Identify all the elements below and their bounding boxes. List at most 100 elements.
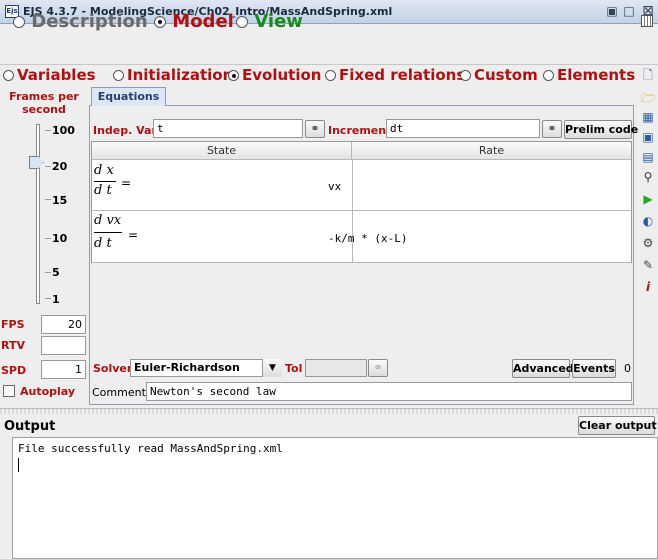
prelim-code-button[interactable]: Prelim code — [564, 120, 638, 139]
scale-label: 10 — [52, 232, 68, 245]
tab-evolution-label: Evolution — [242, 66, 322, 84]
rate-expression[interactable]: -k/m * (x-L) — [328, 232, 407, 245]
slider-tick — [45, 130, 51, 131]
equals-sign: = — [128, 228, 139, 242]
run-icon[interactable]: ▶ — [641, 192, 655, 206]
fraction-bar — [94, 181, 116, 182]
column-header-state: State — [92, 142, 352, 160]
tol-label: Tol — [285, 362, 303, 375]
tab-initialization[interactable]: Initialization — [113, 66, 233, 84]
tol-field[interactable] — [305, 359, 367, 377]
chain-link-icon[interactable]: ⚭ — [305, 120, 325, 138]
slider-tick — [45, 238, 51, 239]
chevron-down-icon[interactable]: ▼ — [262, 359, 282, 377]
events-button[interactable]: Events — [572, 359, 616, 378]
spd-field[interactable]: 1 — [41, 360, 86, 379]
column-header-rate: Rate — [352, 142, 631, 160]
chain-link-icon[interactable]: ⚭ — [368, 359, 388, 377]
radio-button-icon — [3, 70, 14, 81]
search-icon[interactable]: ⚲ — [641, 170, 655, 184]
column-divider — [352, 160, 353, 262]
equals-sign: = — [121, 176, 132, 190]
save-icon[interactable]: ▣ — [641, 130, 655, 144]
radio-button-icon — [13, 16, 25, 28]
solver-dropdown[interactable]: Euler-Richardson — [130, 359, 282, 377]
web-icon[interactable]: ◐ — [641, 214, 655, 228]
row-divider — [92, 210, 631, 211]
info-icon[interactable]: i — [641, 280, 655, 294]
autoplay-label: Autoplay — [20, 385, 76, 398]
indep-var-field[interactable]: t — [153, 119, 303, 138]
state-derivative-denominator[interactable]: d t — [94, 236, 112, 251]
options-icon[interactable]: ✎ — [641, 258, 655, 272]
split-pane-divider[interactable] — [0, 408, 658, 414]
tab-fixed-relations-label: Fixed relations — [339, 66, 466, 84]
fps-slider-thumb[interactable] — [29, 156, 44, 169]
slider-tick — [45, 199, 51, 200]
state-derivative-numerator[interactable]: d x — [94, 163, 114, 178]
rate-expression[interactable]: vx — [328, 180, 341, 193]
fps-field[interactable]: 20 — [41, 315, 86, 334]
save-as-icon[interactable]: ▤ — [641, 150, 655, 164]
tab-model-label: Model — [172, 11, 234, 32]
tab-model[interactable]: Model — [154, 11, 234, 32]
rtv-label: RTV — [1, 339, 25, 352]
text-caret — [18, 458, 19, 472]
increment-field[interactable]: dt — [386, 119, 540, 138]
output-title: Output — [4, 419, 56, 434]
advanced-button[interactable]: Advanced — [512, 359, 574, 378]
tab-fixed-relations[interactable]: Fixed relations — [325, 66, 465, 84]
slider-tick — [45, 298, 51, 299]
tab-custom[interactable]: Custom — [460, 66, 538, 84]
comment-field[interactable]: Newton's second law — [146, 382, 632, 401]
radio-button-icon — [543, 70, 554, 81]
output-textarea[interactable] — [12, 437, 658, 559]
fps-slider-track[interactable] — [36, 124, 40, 304]
tab-view[interactable]: View — [236, 11, 303, 32]
library-icon[interactable]: ⚙ — [641, 236, 655, 250]
state-derivative-numerator[interactable]: d vx — [94, 213, 121, 228]
maximize-icon[interactable]: □ — [621, 4, 637, 19]
radio-selected-icon — [154, 16, 166, 28]
radio-button-icon — [460, 70, 471, 81]
tab-evolution[interactable]: Evolution — [228, 66, 321, 84]
radio-selected-icon — [228, 70, 239, 81]
row-divider — [92, 262, 631, 263]
open-folder-icon[interactable]: 🗁 — [641, 91, 656, 105]
slider-tick — [45, 166, 51, 167]
tab-elements[interactable]: Elements — [543, 66, 635, 84]
tab-initialization-label: Initialization — [127, 66, 234, 84]
fraction-bar — [94, 232, 122, 233]
state-derivative-denominator[interactable]: d t — [94, 183, 112, 198]
tab-description-label: Description — [31, 11, 148, 32]
output-message: File successfully read MassAndSpring.xml — [18, 442, 283, 455]
solver-label: Solver — [93, 362, 133, 375]
radio-button-icon — [236, 16, 248, 28]
radio-button-icon — [113, 70, 124, 81]
tab-description[interactable]: Description — [13, 11, 148, 32]
scale-label: 1 — [52, 293, 60, 306]
tab-custom-label: Custom — [474, 66, 538, 84]
tab-elements-label: Elements — [557, 66, 636, 84]
open-examples-icon[interactable]: ▦ — [641, 110, 655, 124]
comment-label: Comment — [92, 386, 146, 399]
chain-link-icon[interactable]: ⚭ — [542, 120, 562, 138]
fps-label: FPS — [1, 318, 25, 331]
clear-output-button[interactable]: Clear output — [578, 416, 657, 435]
scale-label: 20 — [52, 160, 68, 173]
minimize-icon[interactable]: ▣ — [604, 4, 620, 19]
events-count: 0 — [624, 362, 631, 375]
tab-view-label: View — [254, 11, 303, 32]
autoplay-checkbox[interactable] — [3, 385, 15, 397]
increment-label: Increment — [328, 124, 392, 137]
indep-var-label: Indep. Var. — [93, 124, 160, 137]
calculator-icon[interactable] — [641, 15, 653, 27]
frames-per-second-label: Frames per second — [9, 90, 79, 116]
tab-equations[interactable]: Equations — [91, 87, 166, 106]
rtv-field[interactable] — [41, 336, 86, 355]
scale-label: 5 — [52, 266, 60, 279]
tab-variables-label: Variables — [17, 66, 96, 84]
scale-label: 15 — [52, 194, 68, 207]
tab-variables[interactable]: Variables — [3, 66, 96, 84]
new-file-icon[interactable]: 🗋 — [641, 68, 655, 82]
